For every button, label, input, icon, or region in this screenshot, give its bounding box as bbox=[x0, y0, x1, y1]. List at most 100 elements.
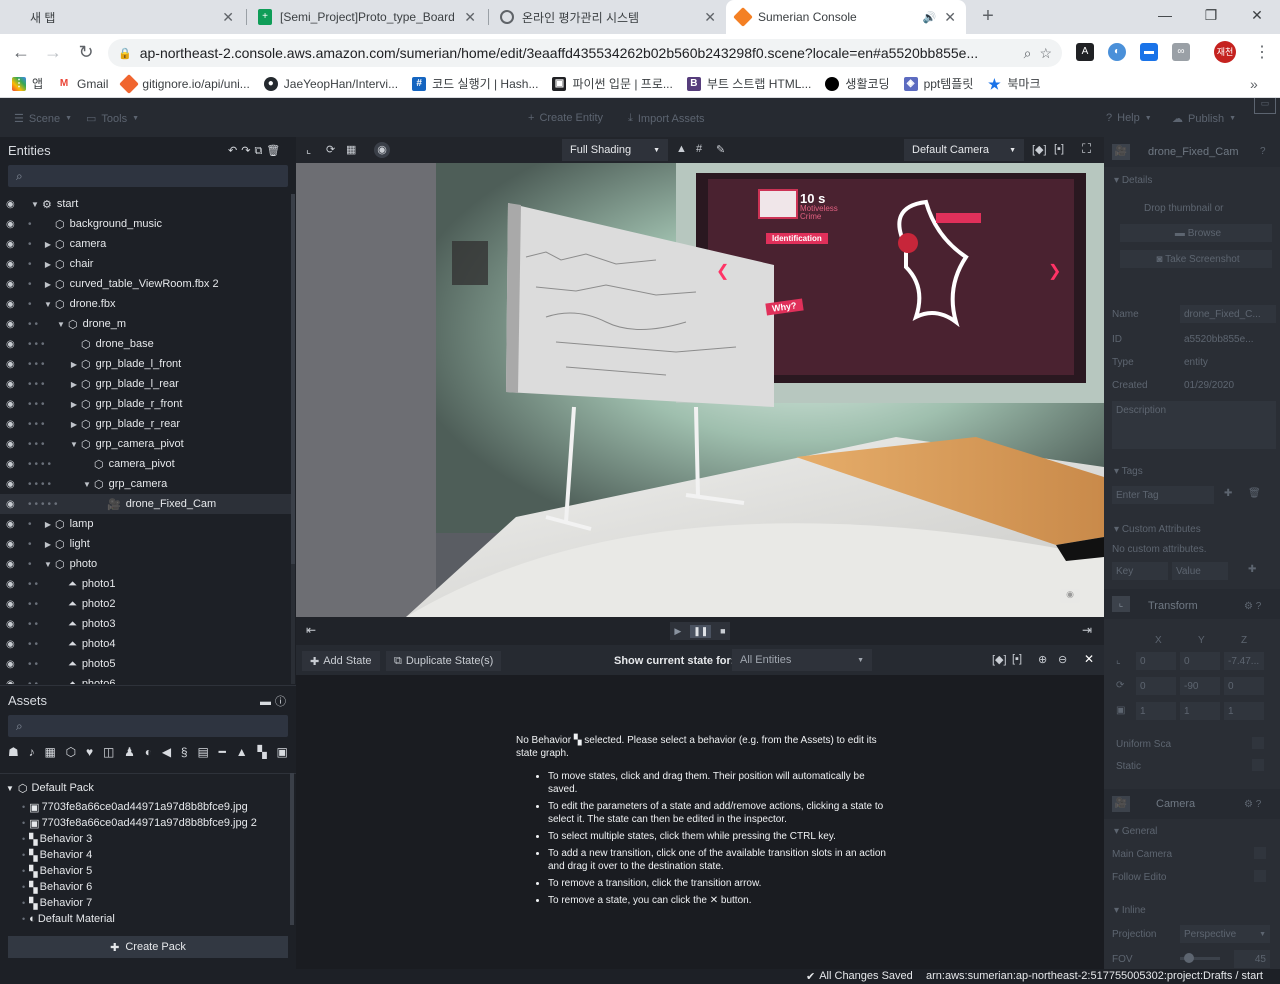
general-header[interactable]: ▾ General bbox=[1114, 826, 1157, 837]
expand-caret-icon[interactable]: ▶ bbox=[43, 260, 53, 269]
asset-item[interactable]: • ◐ Default Material bbox=[0, 911, 290, 927]
camera-header[interactable]: Camera bbox=[1156, 798, 1195, 810]
filter-image-icon[interactable]: ▣ bbox=[277, 745, 288, 765]
entity-row[interactable]: ◉ • ▶ ⬡ camera bbox=[0, 234, 291, 254]
filter-shape-icon[interactable]: ⬡ bbox=[66, 745, 76, 765]
undo-icon[interactable]: ↶ bbox=[228, 145, 241, 157]
add-state-button[interactable]: ✚ Add State bbox=[302, 651, 380, 671]
browser-tab-eval[interactable]: 온라인 평가관리 시스템 ✕ bbox=[490, 0, 726, 34]
rotate-view-icon[interactable]: ⟳ bbox=[326, 143, 335, 156]
help-icon[interactable]: ? bbox=[1260, 146, 1266, 157]
filter-script-icon[interactable]: § bbox=[181, 745, 188, 765]
help-menu[interactable]: ? Help ▼ bbox=[1106, 112, 1152, 124]
bookmark-item[interactable]: ⋮ 앱 bbox=[12, 75, 43, 92]
filter-landscape-icon[interactable]: ▲ bbox=[236, 745, 248, 765]
create-pack-button[interactable]: ✚ Create Pack bbox=[8, 936, 288, 958]
scale-y[interactable]: 1 bbox=[1180, 702, 1220, 720]
new-tab-button[interactable]: + bbox=[976, 4, 1000, 28]
lighting-icon[interactable]: ▲ bbox=[676, 143, 687, 155]
minimize-button[interactable]: — bbox=[1142, 0, 1188, 30]
browse-button[interactable]: ▬ Browse bbox=[1120, 224, 1272, 242]
entity-row[interactable]: ◉ • ▶ ⬡ light bbox=[0, 534, 291, 554]
close-window-button[interactable]: ✕ bbox=[1234, 0, 1280, 30]
frame-all-icon[interactable]: [▪] bbox=[1012, 653, 1022, 665]
visibility-eye-icon[interactable]: ◉ bbox=[6, 439, 15, 450]
rotation-y[interactable]: -90 bbox=[1180, 677, 1220, 695]
forward-button[interactable]: → bbox=[42, 41, 64, 63]
expand-caret-icon[interactable]: ▼ bbox=[43, 560, 53, 569]
zoom-out-icon[interactable]: ⊖ bbox=[1058, 653, 1067, 666]
entity-row[interactable]: ◉ ▼ ⚙ start bbox=[0, 194, 291, 214]
tools-menu[interactable]: ▭ Tools ▼ bbox=[86, 112, 139, 126]
close-icon[interactable]: ✕ bbox=[1084, 652, 1094, 666]
expand-caret-icon[interactable]: ▼ bbox=[82, 480, 92, 489]
expand-caret-icon[interactable]: ▼ bbox=[69, 440, 79, 449]
scene-menu[interactable]: ☰ Scene ▼ bbox=[14, 112, 72, 126]
fov-value[interactable]: 45 bbox=[1234, 950, 1270, 968]
duplicate-icon[interactable]: ⧉ bbox=[254, 145, 266, 157]
visibility-eye-icon[interactable]: ◉ bbox=[6, 679, 15, 685]
trash-icon[interactable]: 🗑 bbox=[266, 145, 284, 157]
expand-caret-icon[interactable]: ▶ bbox=[69, 400, 79, 409]
filter-behavior-icon[interactable]: ▚ bbox=[257, 745, 266, 765]
entity-row[interactable]: ◉ ••• ⬡ drone_base bbox=[0, 334, 291, 354]
bookmark-star-icon[interactable]: ☆ bbox=[1039, 45, 1052, 62]
visibility-eye-icon[interactable]: ◉ bbox=[6, 319, 15, 330]
filter-sound-icon[interactable]: ◀ bbox=[162, 745, 171, 765]
info-icon[interactable]: ⓘ bbox=[275, 696, 290, 708]
follow-editor-checkbox[interactable] bbox=[1254, 870, 1266, 882]
create-entity-button[interactable]: + Create Entity bbox=[528, 112, 603, 124]
transform-header[interactable]: Transform bbox=[1148, 600, 1198, 612]
visibility-eye-icon[interactable]: ◉ bbox=[6, 599, 15, 610]
visibility-eye-icon[interactable]: ◉ bbox=[6, 299, 15, 310]
visibility-eye-icon[interactable]: ◉ bbox=[6, 479, 15, 490]
translation-y[interactable]: 0 bbox=[1180, 652, 1220, 670]
bookmark-item[interactable]: ▣ 파이썬 입문 | 프로... bbox=[552, 75, 673, 92]
filter-speech-icon[interactable]: ▤ bbox=[197, 745, 208, 765]
entity-filter-select[interactable]: All Entities ▼ bbox=[732, 649, 872, 671]
pause-icon[interactable]: ❚❚ bbox=[690, 624, 712, 638]
asset-item[interactable]: • ▚ Behavior 6 bbox=[0, 879, 290, 895]
visibility-eye-icon[interactable]: ◉ bbox=[6, 199, 15, 210]
name-field[interactable]: drone_Fixed_C... bbox=[1180, 305, 1276, 323]
magic-wand-icon[interactable]: ✎ bbox=[716, 143, 725, 156]
close-icon[interactable]: ✕ bbox=[222, 9, 234, 26]
expand-caret-icon[interactable]: ▼ bbox=[43, 300, 53, 309]
visibility-eye-icon[interactable]: ◉ bbox=[6, 639, 15, 650]
bookmark-item[interactable]: M Gmail bbox=[57, 76, 108, 91]
extension-box-icon[interactable]: ▬ bbox=[1140, 43, 1158, 61]
entities-search-input[interactable]: ⌕ bbox=[8, 165, 288, 187]
bookmark-item[interactable]: ◈ ppt템플릿 bbox=[903, 75, 973, 92]
visibility-eye-icon[interactable]: ◉ bbox=[6, 359, 15, 370]
visibility-eye-icon[interactable]: ◉ bbox=[6, 339, 15, 350]
filter-box-icon[interactable]: ◫ bbox=[103, 745, 114, 765]
filter-figure-icon[interactable]: ♟ bbox=[124, 745, 135, 765]
collapse-right-icon[interactable]: ⇥ bbox=[1082, 623, 1092, 637]
description-field[interactable]: Description bbox=[1112, 401, 1276, 449]
publish-menu[interactable]: ☁ Publish ▼ bbox=[1172, 112, 1236, 126]
visibility-eye-icon[interactable]: ◉ bbox=[6, 219, 15, 230]
filter-material-icon[interactable]: ◐ bbox=[145, 745, 152, 765]
collapse-toolbar-icon[interactable]: ▭ bbox=[1254, 98, 1276, 114]
entity-row[interactable]: ◉ •• ⏶ photo6 bbox=[0, 674, 291, 685]
gamepad-icon[interactable]: ◉ bbox=[1060, 589, 1080, 603]
expand-caret-icon[interactable]: ▶ bbox=[69, 380, 79, 389]
filter-film-icon[interactable]: ▦ bbox=[44, 745, 55, 765]
entity-row[interactable]: ◉ •• ⏶ photo3 bbox=[0, 614, 291, 634]
custom-attributes-header[interactable]: ▾ Custom Attributes bbox=[1114, 524, 1201, 535]
visibility-eye-icon[interactable]: ◉ bbox=[6, 419, 15, 430]
zoom-in-icon[interactable]: ⊕ bbox=[1038, 653, 1047, 666]
more-bookmarks-icon[interactable]: » bbox=[1250, 76, 1258, 92]
entity-row[interactable]: ◉ • ⬡ background_music bbox=[0, 214, 291, 234]
visibility-eye-icon[interactable]: ◉ bbox=[6, 459, 15, 470]
collapse-left-icon[interactable]: ⇤ bbox=[306, 623, 316, 637]
filter-audio-icon[interactable]: ♪ bbox=[29, 745, 35, 765]
main-camera-checkbox[interactable] bbox=[1254, 847, 1266, 859]
key-input[interactable]: Key bbox=[1112, 562, 1168, 580]
gear-icon[interactable]: ⚙ ? bbox=[1244, 601, 1261, 612]
frame-selection-icon[interactable]: [◆] bbox=[1032, 143, 1047, 156]
speaker-icon[interactable]: 🔊 bbox=[923, 11, 937, 24]
browser-tab-sheets[interactable]: + [Semi_Project]Proto_type_Board ✕ bbox=[248, 0, 486, 34]
expand-caret-icon[interactable]: ▶ bbox=[69, 360, 79, 369]
value-input[interactable]: Value bbox=[1172, 562, 1228, 580]
